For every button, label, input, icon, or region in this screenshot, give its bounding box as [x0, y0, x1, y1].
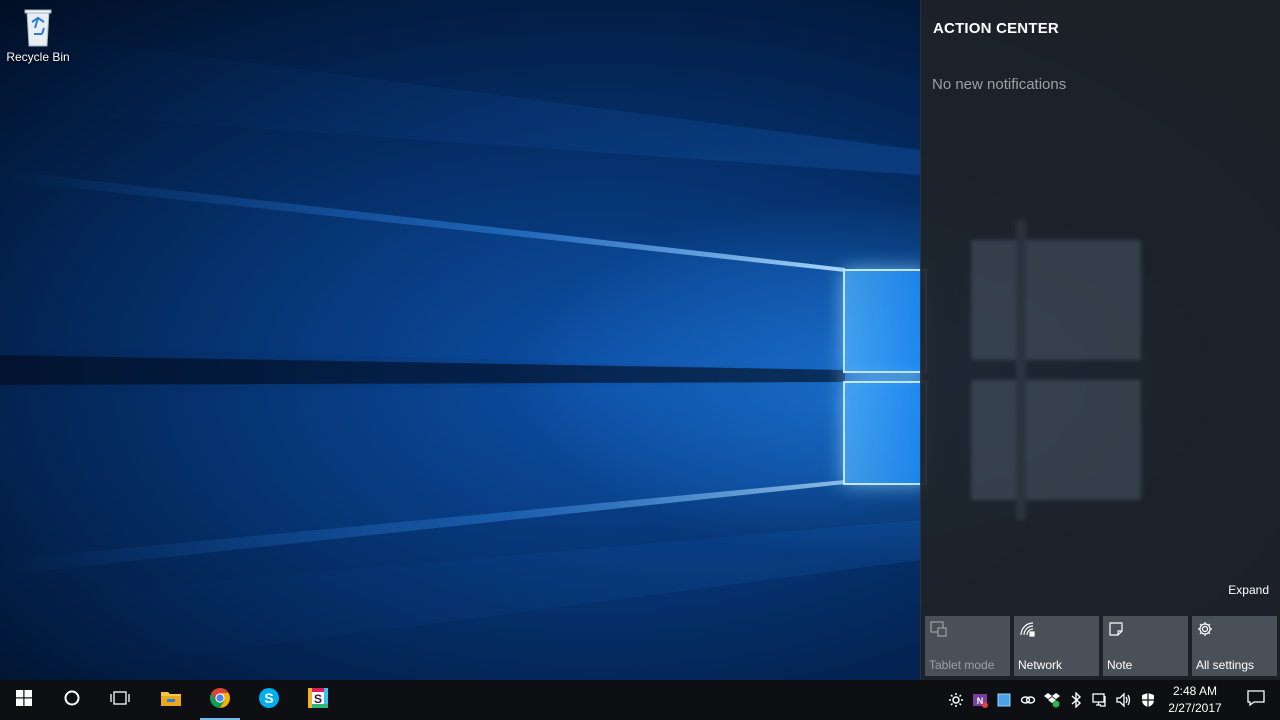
no-notifications-message: No new notifications — [932, 76, 1067, 93]
action-center-panel: ACTION CENTER No new notifications Expan… — [920, 0, 1280, 680]
chrome-icon — [209, 687, 231, 714]
taskbar: S S N 2:48 AM 2/27/2017 — [0, 680, 1280, 720]
task-view-button[interactable] — [96, 680, 144, 720]
cortana-circle-icon — [63, 689, 81, 712]
skype-icon: S — [258, 687, 280, 714]
svg-text:S: S — [264, 690, 273, 706]
brightness-icon[interactable] — [948, 692, 964, 708]
bluetooth-icon[interactable] — [1068, 692, 1084, 708]
taskbar-file-explorer[interactable] — [147, 680, 195, 720]
task-view-icon — [109, 690, 131, 711]
action-center-title: ACTION CENTER — [933, 20, 1059, 37]
quick-action-label: All settings — [1196, 658, 1255, 672]
quick-action-all-settings[interactable]: All settings — [1192, 616, 1277, 676]
desktop-icon-recycle-bin[interactable]: Recycle Bin — [4, 4, 72, 64]
taskbar-chrome[interactable] — [196, 680, 244, 720]
onenote-icon[interactable]: N — [972, 692, 988, 708]
link-icon[interactable] — [1020, 692, 1036, 708]
quick-action-label: Note — [1107, 658, 1133, 672]
quick-action-label: Tablet mode — [929, 658, 995, 672]
quick-actions-grid: Tablet mode Network Note All settings — [925, 616, 1277, 676]
taskbar-slack[interactable]: S — [294, 680, 342, 720]
recycle-bin-icon — [24, 9, 52, 47]
note-icon — [1108, 621, 1124, 640]
cortana-button[interactable] — [48, 680, 96, 720]
expand-quick-actions-link[interactable]: Expand — [1228, 583, 1269, 597]
tablet-mode-icon — [930, 621, 948, 640]
start-button[interactable] — [0, 680, 48, 720]
volume-icon[interactable] — [1115, 692, 1131, 708]
quick-action-label: Network — [1018, 658, 1063, 672]
action-center-button[interactable] — [1232, 680, 1280, 720]
shield-icon[interactable] — [1140, 692, 1156, 708]
wallpaper-reflection — [971, 220, 1141, 520]
windows-logo-icon — [16, 689, 32, 711]
taskbar-clock[interactable]: 2:48 AM 2/27/2017 — [1160, 683, 1230, 717]
quick-action-network[interactable]: Network — [1014, 616, 1099, 676]
clock-date: 2/27/2017 — [1168, 701, 1222, 715]
clock-time: 2:48 AM — [1172, 684, 1218, 698]
desktop-icon-label: Recycle Bin — [6, 50, 70, 64]
dropbox-icon[interactable] — [1044, 692, 1060, 708]
settings-gear-icon — [1197, 621, 1213, 640]
taskbar-skype[interactable]: S — [245, 680, 293, 720]
quick-action-note[interactable]: Note — [1103, 616, 1188, 676]
blue-square-icon[interactable] — [996, 692, 1012, 708]
network-icon — [1019, 621, 1037, 640]
network-monitor-icon[interactable] — [1092, 692, 1108, 708]
slack-icon: S — [307, 687, 329, 714]
folder-icon — [160, 689, 182, 712]
notification-speech-bubble-icon — [1247, 689, 1265, 712]
svg-text:S: S — [314, 692, 322, 706]
quick-action-tablet-mode[interactable]: Tablet mode — [925, 616, 1010, 676]
